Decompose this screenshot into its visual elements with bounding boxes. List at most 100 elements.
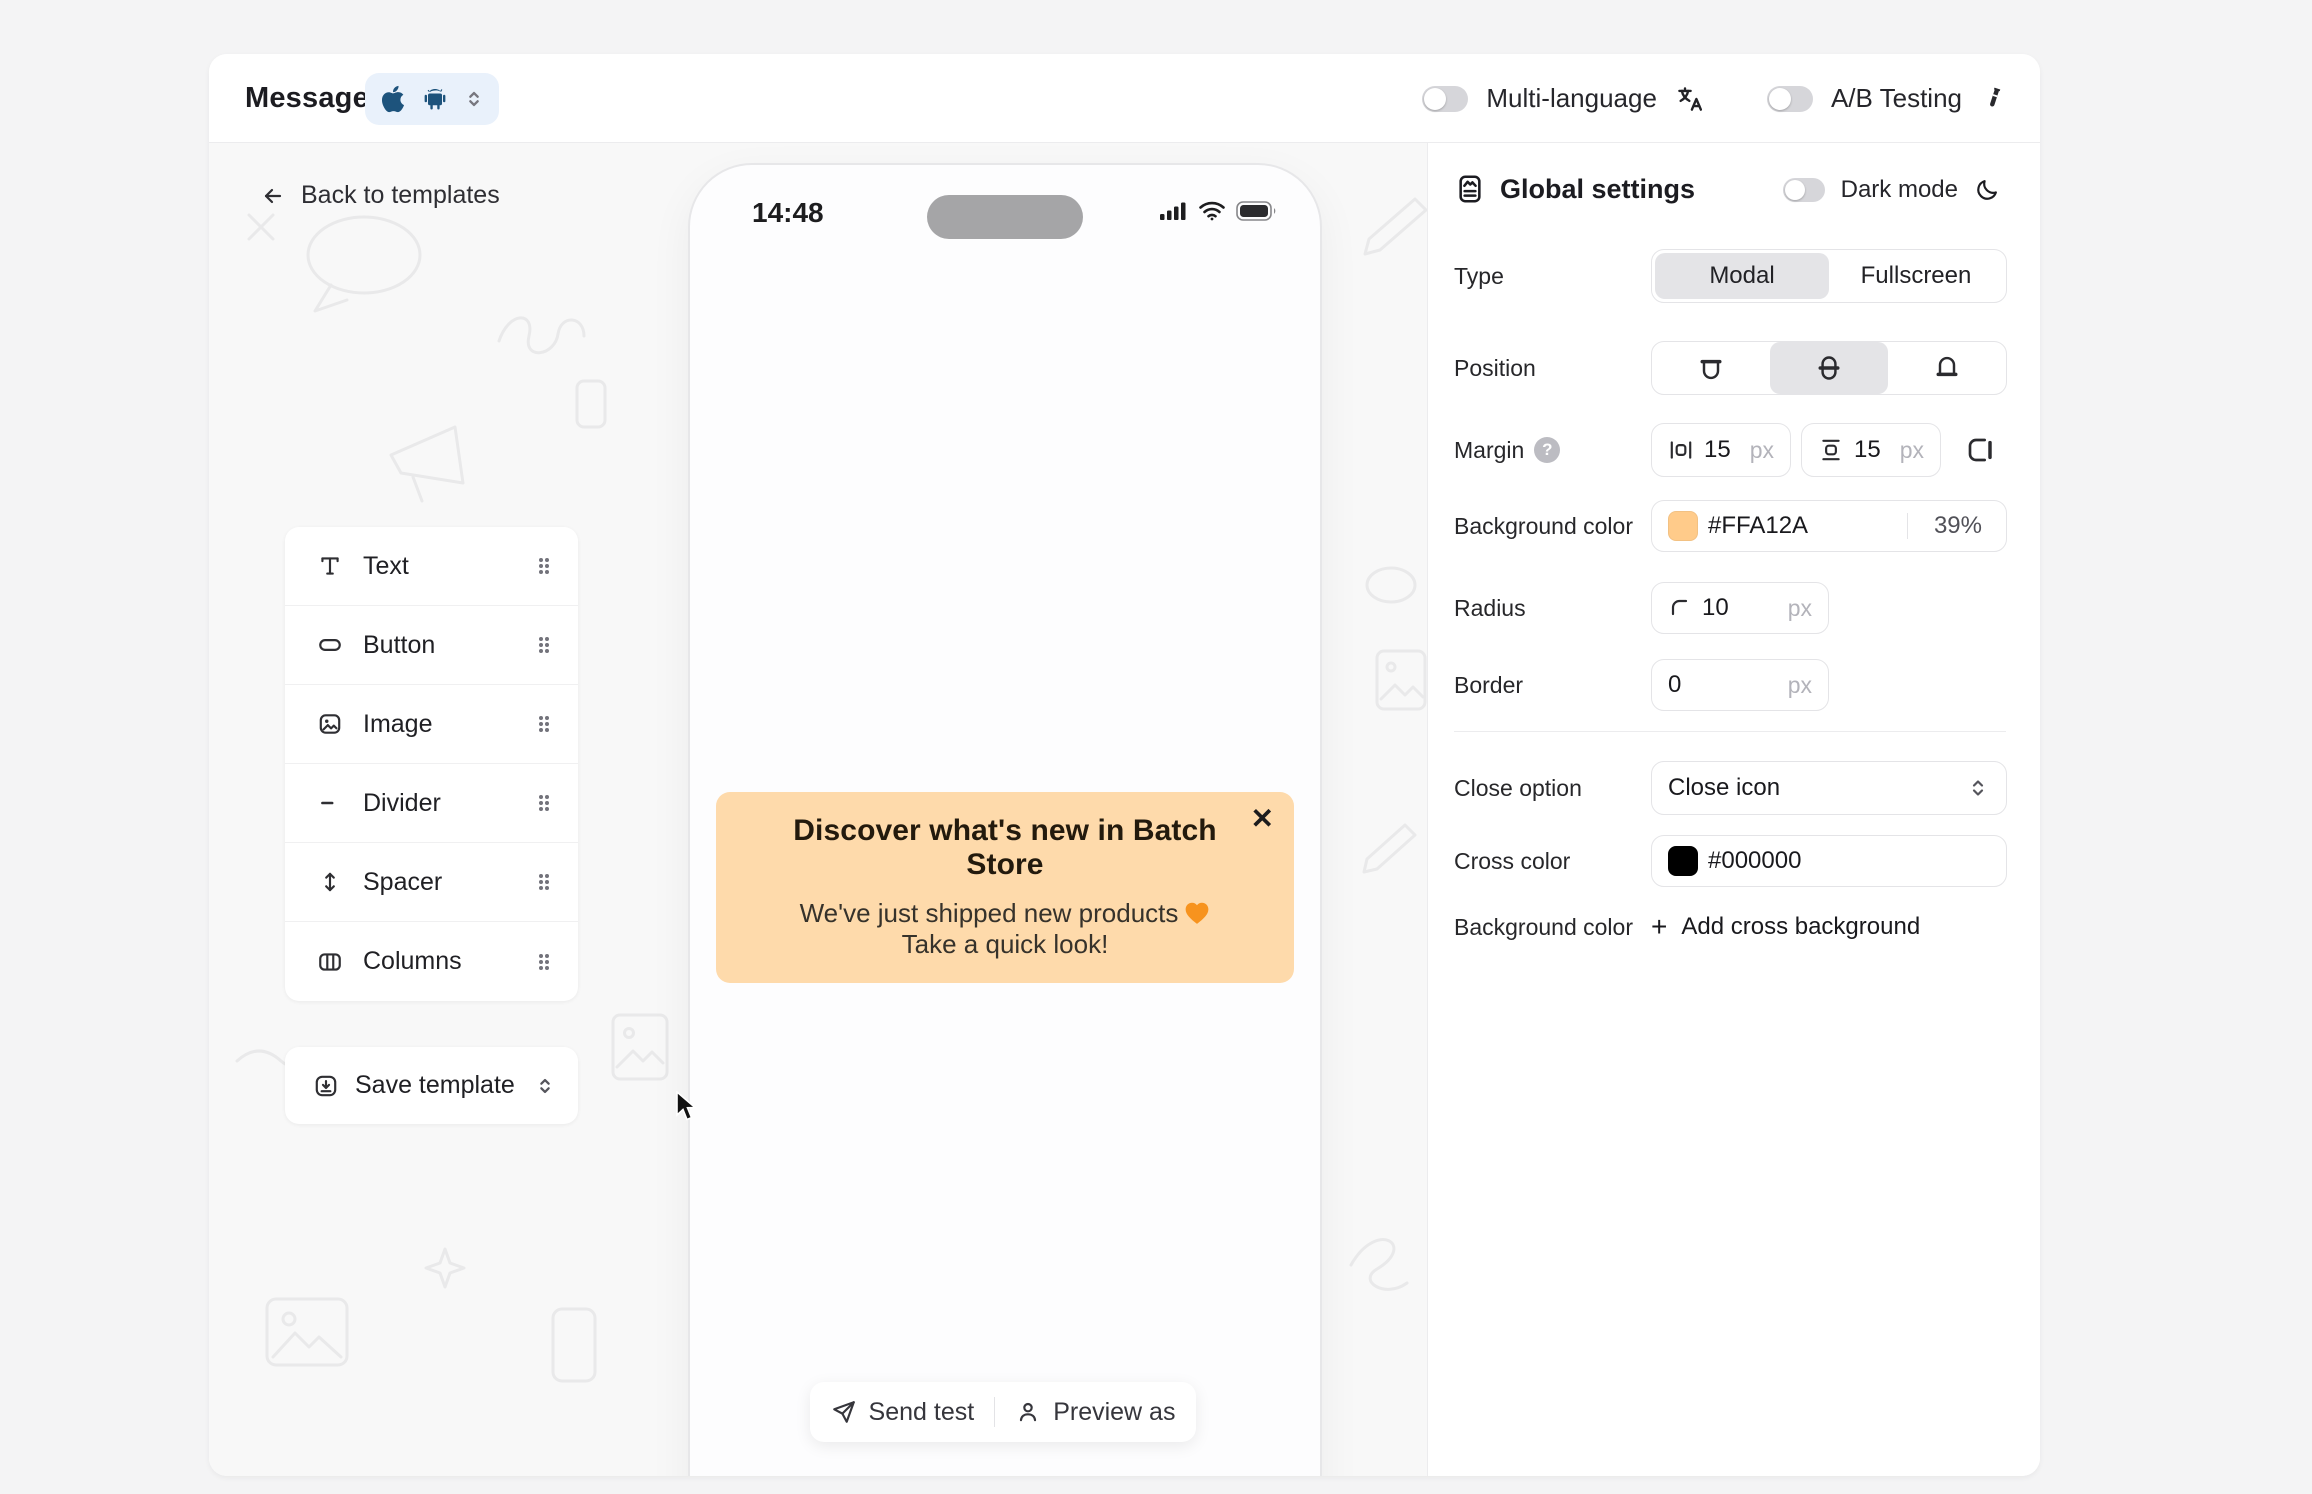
app-root: Message Multi-language A/B Testing Back … — [0, 0, 2312, 1494]
banner-body-line1: We've just shipped new products — [799, 898, 1179, 928]
margin-horizontal-value: 15 — [1704, 436, 1731, 463]
multi-language-label: Multi-language — [1486, 83, 1657, 113]
color-swatch[interactable] — [1668, 846, 1698, 876]
back-to-templates-link[interactable]: Back to templates — [259, 181, 500, 210]
chevron-up-down-icon — [1966, 776, 1990, 800]
preview-as-label: Preview as — [1053, 1397, 1176, 1426]
banner-body-line2: Take a quick look! — [901, 928, 1109, 959]
button-icon — [315, 632, 345, 658]
cross-background-label: Background color — [1454, 913, 1633, 940]
chevron-up-down-icon — [534, 1075, 556, 1097]
drag-handle-icon[interactable] — [534, 950, 554, 974]
component-label: Columns — [363, 947, 462, 975]
section-divider — [1454, 731, 2006, 732]
dynamic-island — [927, 195, 1083, 239]
margin-vertical-input[interactable]: 15 px — [1801, 423, 1941, 477]
component-item-button[interactable]: Button — [285, 606, 578, 685]
close-icon[interactable]: ✕ — [1251, 802, 1274, 835]
radius-input[interactable]: 10 px — [1651, 582, 1829, 634]
radius-label: Radius — [1454, 594, 1526, 621]
in-app-message-banner[interactable]: ✕ Discover what's new in Batch Store We'… — [716, 792, 1294, 984]
back-arrow-icon — [259, 184, 287, 208]
help-icon[interactable]: ? — [1534, 437, 1561, 463]
chevron-up-down-icon — [463, 88, 485, 110]
banner-title: Discover what's new in Batch Store — [793, 814, 1217, 881]
component-item-image[interactable]: Image — [285, 685, 578, 764]
android-icon — [419, 84, 451, 114]
drag-handle-icon[interactable] — [534, 633, 554, 657]
platform-selector[interactable] — [365, 73, 499, 125]
cross-color-input[interactable]: #000000 — [1651, 835, 2007, 887]
orange-heart-emoji — [1184, 901, 1210, 925]
drag-handle-icon[interactable] — [534, 554, 554, 578]
position-top-button[interactable] — [1652, 342, 1770, 394]
panel-title: Global settings — [1500, 173, 1696, 204]
background-color-opacity[interactable]: 39% — [1918, 512, 1990, 540]
global-settings-icon — [1454, 173, 1486, 205]
unit-label: px — [1749, 436, 1774, 463]
toggle-knob — [1768, 87, 1791, 110]
multi-language-toggle[interactable] — [1422, 85, 1469, 112]
component-label: Divider — [363, 788, 441, 817]
component-item-spacer[interactable]: Spacer — [285, 843, 578, 922]
add-cross-background-button[interactable]: + Add cross background — [1651, 907, 1920, 947]
preview-as-button[interactable]: Preview as — [995, 1398, 1195, 1427]
toggle-knob — [1424, 87, 1447, 110]
panel-header: Global settings — [1454, 173, 1695, 205]
columns-icon — [315, 949, 345, 975]
type-segmented-control: Modal Fullscreen — [1651, 249, 2007, 303]
link-margins-icon[interactable] — [1964, 434, 1996, 466]
drag-handle-icon[interactable] — [534, 870, 554, 894]
top-bar: Message Multi-language A/B Testing — [209, 54, 2040, 143]
component-label: Spacer — [363, 867, 443, 896]
moon-icon — [1974, 177, 2000, 203]
send-icon — [831, 1399, 857, 1425]
header-controls: Multi-language A/B Testing — [1422, 54, 2008, 143]
preview-actions-bar: Send test Preview as — [810, 1382, 1196, 1442]
divider — [1906, 513, 1908, 539]
unit-label: px — [1899, 436, 1924, 463]
dark-mode-control: Dark mode — [1782, 176, 2000, 204]
page-title: Message — [245, 82, 369, 114]
close-option-select[interactable]: Close icon — [1651, 761, 2007, 815]
global-settings-panel: Global settings Dark mode Type Modal Ful… — [1427, 143, 2040, 1476]
component-palette: Text Button Image Divider Spacer Columns — [285, 527, 578, 1001]
toggle-knob — [1784, 180, 1805, 200]
margin-label: Margin ? — [1454, 423, 1561, 477]
drag-handle-icon[interactable] — [534, 791, 554, 815]
component-label: Text — [363, 551, 409, 580]
margin-horizontal-input[interactable]: 15 px — [1651, 423, 1791, 477]
background-color-input[interactable]: #FFA12A 39% — [1651, 500, 2007, 552]
close-option-label: Close option — [1454, 774, 1582, 801]
send-test-button[interactable]: Send test — [811, 1398, 995, 1427]
color-swatch[interactable] — [1668, 511, 1698, 541]
apple-icon — [379, 84, 407, 114]
wifi-icon — [1198, 201, 1226, 221]
position-center-button[interactable] — [1770, 342, 1888, 394]
corner-radius-icon — [1668, 596, 1692, 620]
position-bottom-button[interactable] — [1888, 342, 2006, 394]
component-item-text[interactable]: Text — [285, 527, 578, 606]
type-option-modal[interactable]: Modal — [1655, 253, 1829, 299]
type-option-fullscreen[interactable]: Fullscreen — [1829, 253, 2003, 299]
margin-label-text: Margin — [1454, 436, 1525, 463]
ab-testing-toggle[interactable] — [1766, 85, 1813, 112]
component-item-columns[interactable]: Columns — [285, 922, 578, 1001]
type-label: Type — [1454, 262, 1504, 289]
editor-window: Message Multi-language A/B Testing Back … — [209, 54, 2040, 1476]
radius-value: 10 — [1702, 594, 1729, 621]
drag-handle-icon[interactable] — [534, 712, 554, 736]
dark-mode-toggle[interactable] — [1782, 178, 1825, 202]
save-template-button[interactable]: Save template — [285, 1047, 578, 1124]
component-label: Button — [363, 630, 436, 659]
add-cross-background-label: Add cross background — [1681, 913, 1921, 940]
test-tube-icon — [1980, 84, 2008, 114]
border-input[interactable]: 0 px — [1651, 659, 1829, 711]
person-icon — [1015, 1399, 1041, 1425]
status-bar-time: 14:48 — [752, 197, 824, 228]
position-label: Position — [1454, 354, 1536, 381]
image-icon — [315, 711, 345, 737]
component-item-divider[interactable]: Divider — [285, 764, 578, 843]
translate-icon — [1675, 84, 1705, 114]
background-color-label: Background color — [1454, 512, 1633, 539]
